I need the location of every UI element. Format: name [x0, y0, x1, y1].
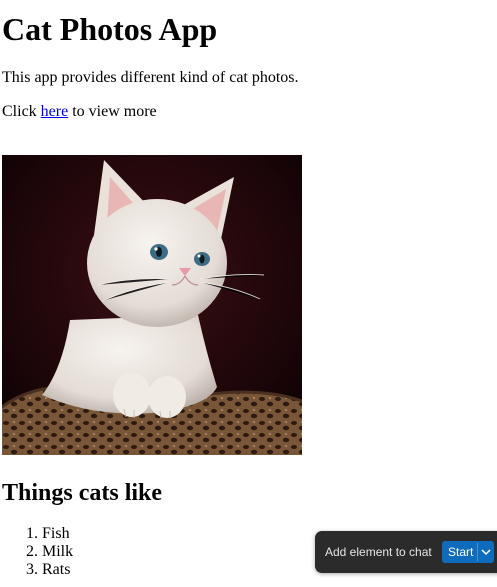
list-item-number: 2. — [26, 543, 38, 560]
start-label: Start — [448, 545, 474, 559]
start-button[interactable]: Start — [442, 541, 494, 563]
list-item-label: Milk — [42, 543, 74, 560]
here-link[interactable]: here — [41, 103, 69, 120]
list-item-label: Rats — [42, 561, 71, 578]
list-item: 2. Milk — [0, 543, 73, 561]
list-item-number: 1. — [26, 525, 38, 542]
list-item-label: Fish — [42, 525, 70, 542]
view-more-suffix: to view more — [68, 103, 157, 120]
list-item: 3. Rats — [0, 561, 73, 579]
page-title: Cat Photos App — [2, 11, 218, 47]
list-item: 1. Fish — [0, 525, 73, 543]
intro-text: This app provides different kind of cat … — [2, 69, 299, 86]
view-more-text: Click here to view more — [2, 102, 157, 122]
view-more-prefix: Click — [2, 103, 41, 120]
chevron-down-icon[interactable] — [478, 541, 494, 563]
things-cats-like-heading: Things cats like — [2, 480, 163, 506]
add-to-chat-overlay: Add element to chat Start — [315, 531, 497, 573]
cat-photo — [2, 155, 302, 455]
list-item-number: 3. — [26, 561, 38, 578]
add-element-label: Add element to chat — [325, 545, 432, 559]
things-list: 1. Fish 2. Milk 3. Rats — [0, 525, 73, 579]
